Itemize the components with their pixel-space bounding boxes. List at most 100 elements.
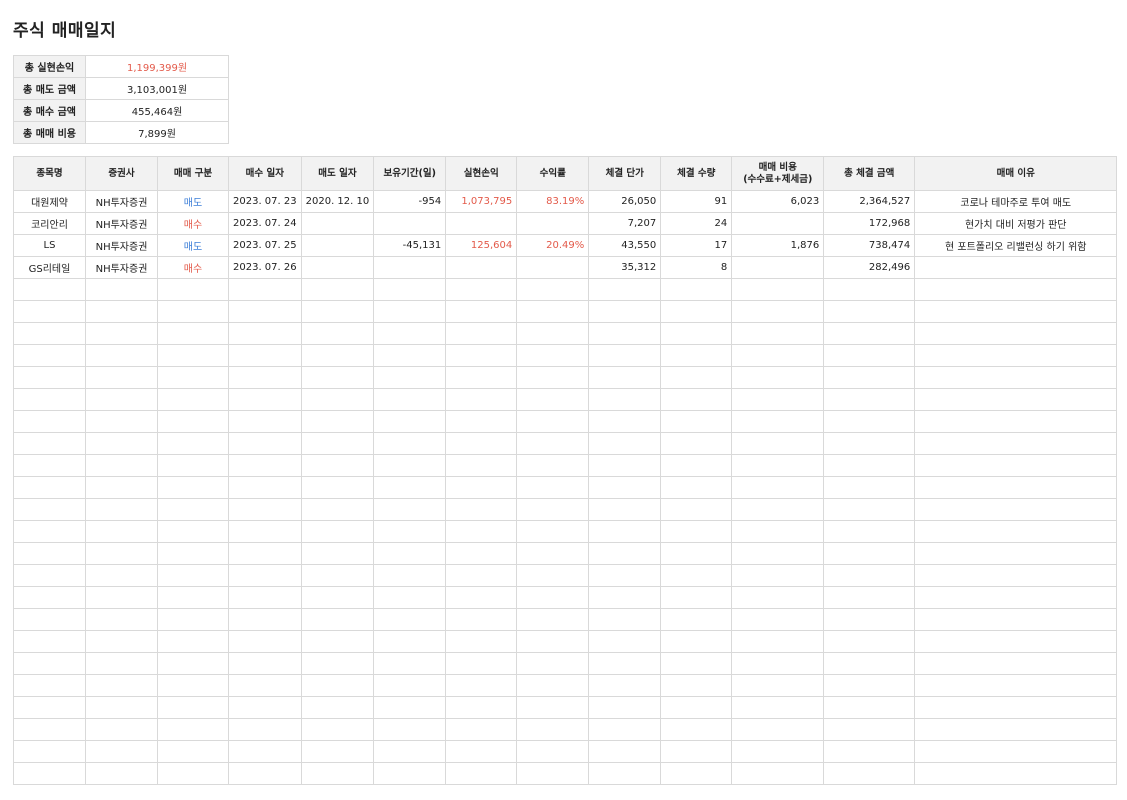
cell-hold-days[interactable]: [373, 762, 447, 785]
cell-type[interactable]: [157, 718, 229, 741]
cell-qty[interactable]: [660, 630, 733, 653]
cell-type[interactable]: [157, 300, 229, 323]
cell-profit[interactable]: [445, 278, 518, 301]
cell-name[interactable]: [13, 410, 86, 433]
cell-reason[interactable]: [914, 344, 1118, 367]
cell-reason[interactable]: [914, 278, 1118, 301]
cell-rate[interactable]: [516, 498, 590, 521]
cell-name[interactable]: [13, 762, 86, 785]
cell-rate[interactable]: [516, 432, 590, 455]
cell-price[interactable]: [588, 388, 662, 411]
cell-rate[interactable]: [516, 278, 590, 301]
cell-profit[interactable]: [445, 344, 518, 367]
cell-hold-days[interactable]: [373, 608, 447, 631]
cell-price[interactable]: [588, 542, 662, 565]
cell-cost[interactable]: [731, 432, 825, 455]
cell-hold-days[interactable]: [373, 652, 447, 675]
cell-rate[interactable]: [516, 718, 590, 741]
cell-name[interactable]: 코리안리: [13, 212, 86, 235]
cell-name[interactable]: [13, 300, 86, 323]
cell-sell-date[interactable]: [300, 586, 375, 609]
cell-price[interactable]: [588, 300, 662, 323]
cell-rate[interactable]: [516, 520, 590, 543]
cell-cost[interactable]: [731, 586, 825, 609]
cell-cost[interactable]: [731, 388, 825, 411]
cell-total[interactable]: [823, 586, 916, 609]
cell-cost[interactable]: [731, 410, 825, 433]
cell-cost[interactable]: 6,023: [731, 190, 825, 213]
cell-price[interactable]: [588, 674, 662, 697]
cell-price[interactable]: [588, 410, 662, 433]
cell-sell-date[interactable]: [300, 630, 375, 653]
cell-price[interactable]: [588, 344, 662, 367]
cell-cost[interactable]: [731, 344, 825, 367]
cell-reason[interactable]: [914, 542, 1118, 565]
cell-qty[interactable]: [660, 432, 733, 455]
cell-reason[interactable]: [914, 652, 1118, 675]
cell-buy-date[interactable]: 2023. 07. 23: [228, 190, 302, 213]
cell-buy-date[interactable]: [228, 476, 302, 499]
cell-profit[interactable]: [445, 542, 518, 565]
cell-broker[interactable]: [85, 608, 158, 631]
cell-reason[interactable]: [914, 322, 1118, 345]
cell-buy-date[interactable]: 2023. 07. 25: [228, 234, 302, 257]
cell-cost[interactable]: [731, 762, 825, 785]
cell-broker[interactable]: [85, 652, 158, 675]
cell-total[interactable]: [823, 344, 916, 367]
cell-reason[interactable]: [914, 696, 1118, 719]
cell-qty[interactable]: [660, 410, 733, 433]
cell-buy-date[interactable]: [228, 718, 302, 741]
cell-hold-days[interactable]: [373, 410, 447, 433]
cell-reason[interactable]: [914, 608, 1118, 631]
cell-qty[interactable]: 91: [660, 190, 733, 213]
cell-type[interactable]: [157, 454, 229, 477]
cell-qty[interactable]: 24: [660, 212, 733, 235]
cell-rate[interactable]: [516, 674, 590, 697]
cell-name[interactable]: [13, 432, 86, 455]
cell-name[interactable]: [13, 520, 86, 543]
cell-name[interactable]: 대원제약: [13, 190, 86, 213]
cell-hold-days[interactable]: [373, 520, 447, 543]
cell-name[interactable]: [13, 674, 86, 697]
cell-price[interactable]: [588, 696, 662, 719]
cell-qty[interactable]: [660, 322, 733, 345]
cell-name[interactable]: LS: [13, 234, 86, 257]
cell-reason[interactable]: 코로나 테마주로 투여 매도: [914, 190, 1118, 213]
cell-profit[interactable]: [445, 212, 518, 235]
cell-sell-date[interactable]: [300, 674, 375, 697]
cell-name[interactable]: [13, 278, 86, 301]
cell-profit[interactable]: [445, 696, 518, 719]
cell-rate[interactable]: [516, 344, 590, 367]
cell-reason[interactable]: [914, 520, 1118, 543]
cell-buy-date[interactable]: [228, 366, 302, 389]
cell-qty[interactable]: [660, 762, 733, 785]
cell-price[interactable]: [588, 630, 662, 653]
cell-cost[interactable]: [731, 256, 825, 279]
cell-total[interactable]: 282,496: [823, 256, 916, 279]
cell-qty[interactable]: [660, 520, 733, 543]
cell-buy-date[interactable]: [228, 432, 302, 455]
cell-rate[interactable]: [516, 212, 590, 235]
cell-sell-date[interactable]: [300, 366, 375, 389]
cell-qty[interactable]: [660, 696, 733, 719]
cell-name[interactable]: [13, 476, 86, 499]
cell-name[interactable]: [13, 322, 86, 345]
cell-total[interactable]: [823, 718, 916, 741]
cell-cost[interactable]: [731, 630, 825, 653]
cell-sell-date[interactable]: [300, 696, 375, 719]
cell-profit[interactable]: [445, 432, 518, 455]
cell-broker[interactable]: NH투자증권: [85, 212, 158, 235]
cell-total[interactable]: [823, 674, 916, 697]
cell-sell-date[interactable]: [300, 212, 375, 235]
cell-profit[interactable]: [445, 410, 518, 433]
cell-sell-date[interactable]: [300, 388, 375, 411]
cell-total[interactable]: [823, 542, 916, 565]
cell-sell-date[interactable]: [300, 520, 375, 543]
cell-broker[interactable]: [85, 454, 158, 477]
cell-broker[interactable]: [85, 300, 158, 323]
cell-total[interactable]: [823, 740, 916, 763]
cell-price[interactable]: 26,050: [588, 190, 662, 213]
cell-cost[interactable]: [731, 718, 825, 741]
cell-total[interactable]: 738,474: [823, 234, 916, 257]
cell-rate[interactable]: [516, 608, 590, 631]
